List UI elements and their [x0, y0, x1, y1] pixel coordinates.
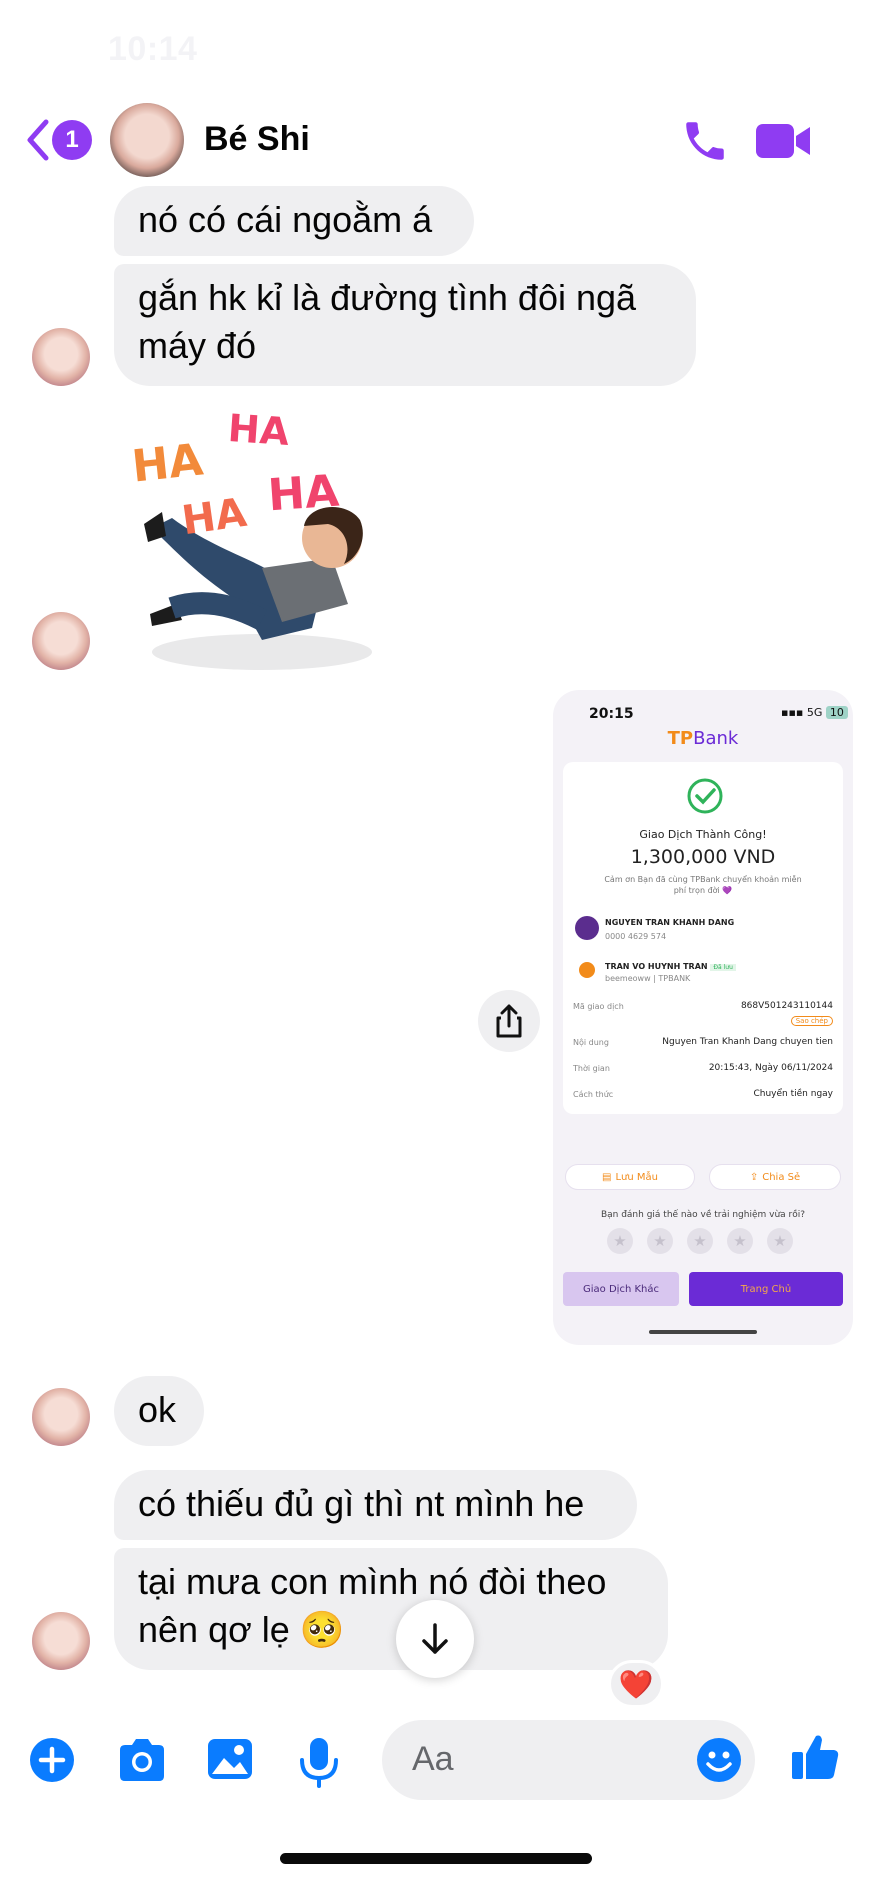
battery-level: 10 — [825, 706, 848, 719]
emoji-icon[interactable] — [695, 1736, 743, 1784]
sender-bank-icon — [575, 916, 599, 940]
message-input[interactable]: Aa — [382, 1720, 755, 1800]
time-label: Thời gian — [573, 1064, 610, 1073]
share-icon — [496, 1004, 522, 1038]
status-bar-time: 10:14 — [108, 30, 198, 68]
rating-stars: ★ ★ ★ ★ ★ — [607, 1228, 793, 1254]
sender-account: 0000 4629 574 — [605, 932, 667, 941]
home-indicator — [280, 1853, 592, 1864]
save-template-button[interactable]: ▤ Lưu Mẫu — [565, 1164, 695, 1190]
method-label: Cách thức — [573, 1090, 614, 1099]
message-bubble[interactable]: gắn hk kỉ là đường tình đôi ngã máy đó — [114, 264, 696, 386]
receipt-status: Giao Dịch Thành Công! — [639, 828, 767, 841]
logo-prefix: TP — [667, 728, 694, 749]
star-icon[interactable]: ★ — [607, 1228, 633, 1254]
sticker-text: HA — [266, 465, 341, 522]
share-button[interactable] — [478, 990, 540, 1052]
receipt-image[interactable]: 20:15 ▪▪▪ 5G 10 TPBank Giao Dịch Thành C… — [553, 690, 853, 1345]
voice-button[interactable] — [296, 1736, 348, 1788]
phone-icon — [686, 122, 724, 160]
receipt-home-indicator — [649, 1330, 757, 1334]
method-value: Chuyển tiền ngay — [753, 1089, 833, 1099]
contact-name[interactable]: Bé Shi — [204, 120, 310, 159]
message-text: ok — [138, 1389, 177, 1430]
receipt-share-button[interactable]: ⇪ Chia Sẻ — [709, 1164, 841, 1190]
sender-avatar[interactable] — [32, 328, 90, 386]
message-placeholder: Aa — [412, 1740, 454, 1778]
sender-avatar[interactable] — [32, 612, 90, 670]
receiver-bank-icon — [579, 962, 595, 978]
message-text: nó có cái ngoằm á — [138, 199, 433, 240]
sticker-text: HA — [226, 405, 291, 455]
receiver-name-text: TRAN VO HUYNH TRAN — [605, 962, 708, 971]
receipt-signal: ▪▪▪ 5G 10 — [781, 706, 848, 719]
network-label: 5G — [806, 706, 823, 719]
mic-icon — [300, 1738, 338, 1788]
message-text: có thiếu đủ gì thì nt mình he — [138, 1483, 585, 1524]
message-bubble[interactable]: tại mưa con mình nó đòi theo nên qơ lẹ 🥺 — [114, 1548, 668, 1670]
receiver-account: beemeoww | TPBANK — [605, 974, 691, 983]
home-button[interactable]: Trang Chủ — [689, 1272, 843, 1306]
message-text: nên qơ lẹ 🥺 — [138, 1609, 345, 1650]
receipt-thanks: Cảm ơn Bạn đã cùng TPBank chuyển khoản m… — [604, 875, 802, 895]
message-bubble[interactable]: nó có cái ngoằm á — [114, 186, 474, 256]
tpbank-logo: TPBank — [553, 728, 853, 749]
unread-badge: 1 — [52, 120, 92, 160]
share-icon: ⇪ — [749, 1171, 759, 1183]
sender-avatar[interactable] — [32, 1388, 90, 1446]
logo-suffix: Bank — [693, 728, 739, 749]
sender-name: NGUYEN TRAN KHANH DANG — [605, 918, 735, 927]
sticker-text: HA — [129, 434, 206, 493]
back-icon — [27, 119, 49, 161]
receipt-time: 20:15 — [589, 706, 634, 722]
star-icon[interactable]: ★ — [647, 1228, 673, 1254]
back-button[interactable]: 1 — [24, 118, 96, 162]
txn-value: 868V501243110144 — [740, 1001, 833, 1011]
arrow-down-icon — [422, 1623, 448, 1654]
copy-button[interactable]: Sao chép — [790, 1016, 833, 1026]
message-bubble[interactable]: có thiếu đủ gì thì nt mình he — [114, 1470, 637, 1540]
add-button[interactable] — [28, 1736, 80, 1788]
receipt-share-label: Chia Sẻ — [762, 1171, 801, 1183]
time-value: 20:15:43, Ngày 06/11/2024 — [708, 1063, 833, 1073]
receipt-card: Giao Dịch Thành Công! 1,300,000 VND Cảm … — [563, 762, 843, 1114]
thumbs-up-icon — [792, 1735, 839, 1779]
message-bubble[interactable]: ok — [114, 1376, 204, 1446]
document-icon: ▤ — [602, 1171, 612, 1183]
like-button[interactable] — [790, 1732, 842, 1784]
message-text: tại mưa con mình nó đòi theo — [138, 1561, 607, 1602]
txn-label: Mã giao dịch — [573, 1002, 624, 1011]
heart-reaction[interactable]: ❤️ — [608, 1660, 664, 1708]
rating-prompt: Bạn đánh giá thế nào về trải nghiệm vừa … — [600, 1210, 806, 1220]
video-call-button[interactable] — [754, 118, 812, 164]
content-label: Nội dung — [573, 1038, 609, 1047]
sender-avatar[interactable] — [32, 1612, 90, 1670]
star-icon[interactable]: ★ — [727, 1228, 753, 1254]
content-value: Nguyen Tran Khanh Dang chuyen tien — [662, 1037, 833, 1047]
audio-call-button[interactable] — [680, 116, 730, 166]
contact-avatar[interactable] — [110, 103, 184, 177]
gallery-button[interactable] — [206, 1736, 258, 1788]
plus-icon — [30, 1738, 74, 1782]
signal-bars-icon: ▪▪▪ — [781, 706, 804, 719]
receiver-saved-tag: Đã lưu — [710, 964, 736, 971]
laughing-sticker[interactable]: HA HA HA HA — [129, 405, 372, 670]
star-icon[interactable]: ★ — [767, 1228, 793, 1254]
image-icon — [208, 1739, 252, 1779]
camera-button[interactable] — [116, 1736, 168, 1788]
heart-icon: ❤️ — [618, 1668, 654, 1700]
save-template-label: Lưu Mẫu — [615, 1171, 658, 1183]
other-transaction-button[interactable]: Giao Dịch Khác — [563, 1272, 679, 1306]
sticker-text: HA — [179, 489, 250, 545]
receipt-amount: 1,300,000 VND — [630, 846, 776, 868]
message-text: gắn hk kỉ là đường tình đôi ngã — [138, 277, 637, 318]
message-text: máy đó — [138, 325, 257, 366]
video-icon — [756, 124, 810, 158]
star-icon[interactable]: ★ — [687, 1228, 713, 1254]
success-check-icon — [687, 778, 723, 814]
receiver-name: TRAN VO HUYNH TRAN Đã lưu — [605, 962, 736, 971]
scroll-to-bottom-button[interactable] — [396, 1600, 474, 1678]
camera-icon — [120, 1739, 164, 1781]
